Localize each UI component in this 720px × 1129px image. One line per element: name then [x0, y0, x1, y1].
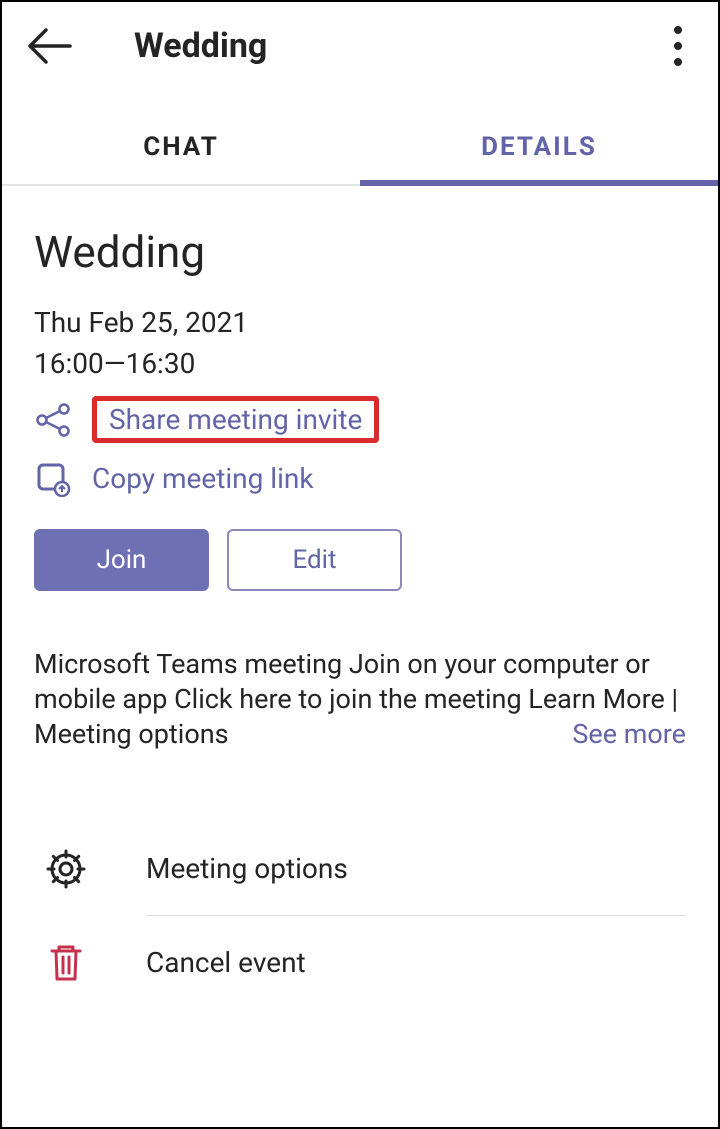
more-vertical-icon	[674, 26, 682, 34]
meeting-options-row[interactable]: Meeting options	[34, 822, 686, 916]
join-button[interactable]: Join	[34, 529, 209, 591]
tab-details[interactable]: DETAILS	[360, 110, 718, 184]
options-list: Meeting options Cancel event	[34, 822, 686, 1009]
copy-link-icon	[34, 459, 72, 497]
details-content: Wedding Thu Feb 25, 2021 16:00—16:30 Sha…	[2, 186, 718, 1033]
event-title: Wedding	[34, 226, 686, 278]
header: Wedding	[2, 2, 718, 90]
trash-icon	[44, 941, 88, 985]
see-more-link[interactable]: See more	[572, 717, 686, 752]
edit-button[interactable]: Edit	[227, 529, 402, 591]
tab-bar: CHAT DETAILS	[2, 110, 718, 186]
gear-icon	[44, 847, 88, 891]
highlight-annotation: Share meeting invite	[92, 396, 379, 443]
share-icon	[34, 401, 72, 439]
copy-link-row[interactable]: Copy meeting link	[34, 451, 686, 505]
meeting-options-label: Meeting options	[146, 822, 686, 916]
page-title: Wedding	[134, 26, 602, 66]
copy-link-text[interactable]: Copy meeting link	[92, 462, 314, 495]
cancel-event-label: Cancel event	[146, 916, 686, 1009]
tab-chat[interactable]: CHAT	[2, 110, 360, 184]
more-menu-button[interactable]	[662, 22, 694, 70]
share-invite-link[interactable]: Share meeting invite	[109, 403, 362, 436]
button-row: Join Edit	[34, 529, 686, 591]
event-date: Thu Feb 25, 2021	[34, 306, 686, 339]
arrow-left-icon	[26, 22, 74, 70]
meeting-description: Microsoft Teams meeting Join on your com…	[34, 647, 686, 752]
cancel-event-row[interactable]: Cancel event	[34, 916, 686, 1009]
event-time: 16:00—16:30	[34, 347, 686, 380]
share-invite-row[interactable]: Share meeting invite	[34, 396, 686, 443]
back-button[interactable]	[26, 22, 74, 70]
